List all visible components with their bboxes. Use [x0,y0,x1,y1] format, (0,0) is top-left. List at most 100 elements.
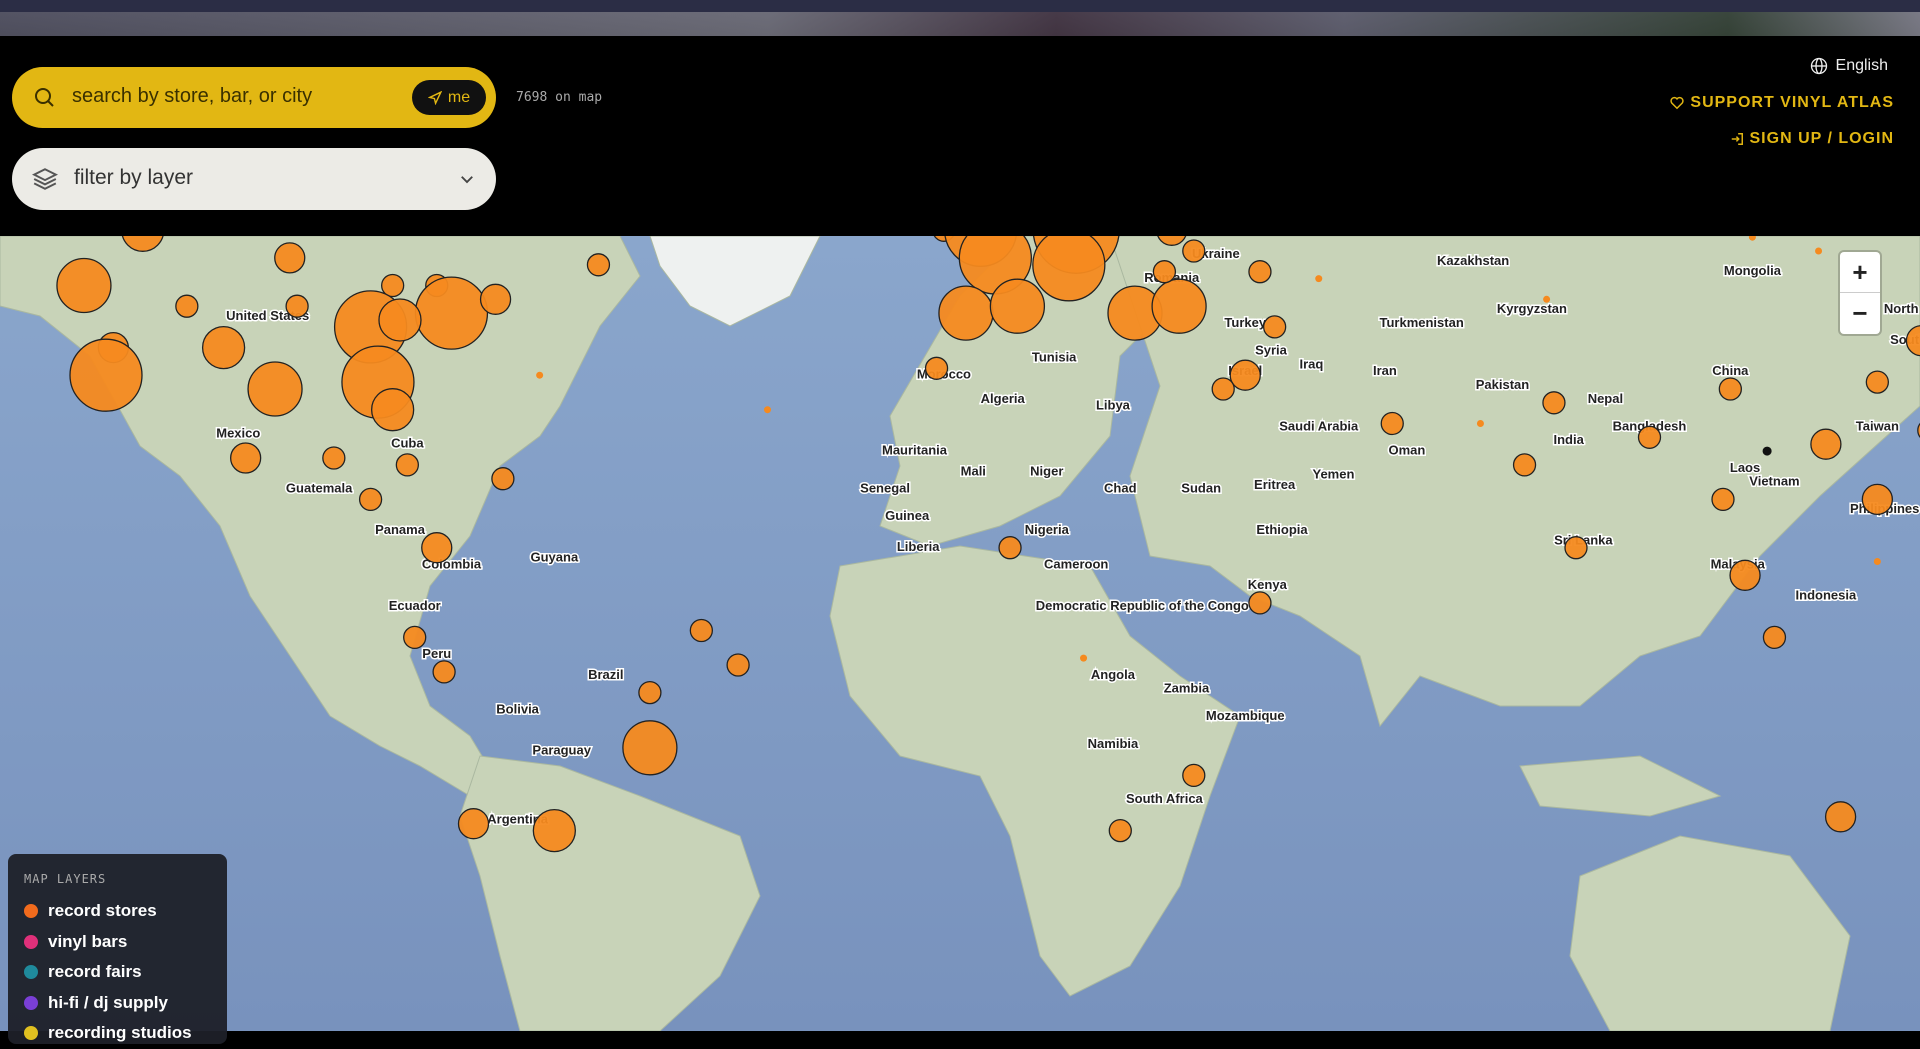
country-label: China [1712,363,1749,378]
store-cluster-marker[interactable] [395,453,420,477]
store-cluster-marker[interactable] [432,660,456,684]
legend-dot [24,965,38,980]
legend-item-record-stores[interactable]: record stores [24,896,227,927]
search-icon [35,88,54,107]
store-cluster-marker[interactable] [479,283,512,315]
map-count: 7698 on map [516,90,603,105]
store-cluster-marker[interactable] [69,338,143,412]
store-cluster-marker[interactable] [1564,536,1588,560]
zoom-control[interactable]: + − [1840,252,1880,334]
store-cluster-marker[interactable] [322,446,346,470]
store-cluster-marker[interactable] [56,257,112,314]
world-map[interactable]: CanadaUnited StatesMexicoCubaGuatemalaPa… [0,236,1920,1031]
search-input[interactable]: search by store, bar, or city [72,85,312,108]
store-cluster-marker[interactable] [1229,359,1261,391]
country-label: Guyana [531,550,579,565]
banner-image-strip [0,12,1920,36]
store-cluster-marker[interactable] [1151,278,1207,334]
store-cluster-marker[interactable] [1865,370,1889,394]
store-cluster-marker[interactable] [229,442,262,474]
store-cluster-marker[interactable] [457,808,490,840]
country-label: Mozambique [1206,708,1285,723]
store-cluster-marker[interactable] [403,625,427,650]
country-label: Syria [1255,343,1288,358]
store-cluster-marker[interactable] [1032,236,1106,302]
store-marker-small[interactable] [1873,558,1881,565]
store-cluster-marker[interactable] [638,680,662,705]
store-cluster-marker[interactable] [1810,428,1842,460]
country-label: Tunisia [1032,349,1077,364]
locate-me-label: me [447,88,471,106]
country-label: Kenya [1248,577,1288,592]
store-cluster-marker[interactable] [421,532,453,564]
store-cluster-marker[interactable] [1711,487,1735,512]
store-cluster-marker[interactable] [622,720,678,776]
search-bar[interactable]: search by store, bar, or city me [12,67,496,128]
login-icon [1731,133,1743,145]
store-cluster-marker[interactable] [924,356,949,380]
store-cluster-marker[interactable] [1637,425,1662,449]
legend-item-recording-studios[interactable]: recording studios [24,1018,227,1049]
store-marker-small[interactable] [1543,295,1551,303]
store-cluster-marker[interactable] [378,298,422,342]
store-cluster-marker[interactable] [285,294,309,318]
zoom-in-button[interactable]: + [1840,252,1880,293]
store-cluster-marker[interactable] [586,253,611,277]
store-cluster-marker[interactable] [689,618,713,643]
store-cluster-marker[interactable] [247,361,303,417]
country-label: Iraq [1299,356,1323,371]
store-cluster-marker[interactable] [1729,559,1761,591]
language-selector[interactable]: English [1810,57,1888,75]
store-cluster-marker[interactable] [1762,625,1787,650]
store-cluster-marker[interactable] [1542,391,1566,415]
country-label: Yemen [1312,467,1354,482]
store-cluster-marker[interactable] [1108,818,1132,843]
place-marker[interactable] [1762,446,1772,456]
store-cluster-marker[interactable] [370,388,415,432]
store-cluster-marker[interactable] [201,325,246,370]
store-cluster-marker[interactable] [1182,239,1206,263]
store-marker-small[interactable] [1080,654,1088,662]
chevron-down-icon [461,176,473,184]
store-cluster-marker[interactable] [1152,260,1177,284]
login-link[interactable]: SIGN UP / LOGIN [1730,130,1895,148]
store-cluster-marker[interactable] [1512,453,1537,477]
store-cluster-marker[interactable] [1211,377,1235,401]
legend-item-record-fairs[interactable]: record fairs [24,957,227,988]
store-marker-small[interactable] [536,371,544,379]
store-cluster-marker[interactable] [1861,483,1893,516]
store-marker-small[interactable] [764,406,771,414]
country-label: Turkey [1224,315,1266,330]
store-cluster-marker[interactable] [998,536,1022,560]
store-cluster-marker[interactable] [1263,315,1287,339]
locate-me-button[interactable]: me [412,80,486,115]
legend-item-vinyl-bars[interactable]: vinyl bars [24,927,227,958]
store-cluster-marker[interactable] [175,294,199,318]
country-label: Pakistan [1476,377,1530,392]
store-cluster-marker[interactable] [414,276,489,350]
location-arrow-icon [427,90,442,105]
store-marker-small[interactable] [1476,420,1484,427]
store-cluster-marker[interactable] [532,808,576,853]
layer-filter-dropdown[interactable]: filter by layer [12,148,496,210]
store-marker-small[interactable] [1815,247,1823,255]
legend-item-hifi-dj-supply[interactable]: hi-fi / dj supply [24,988,227,1019]
store-cluster-marker[interactable] [1248,591,1272,615]
store-cluster-marker[interactable] [1824,801,1857,833]
legend-label: hi-fi / dj supply [48,992,168,1012]
support-link[interactable]: SUPPORT VINYL ATLAS [1670,94,1894,112]
layer-filter-label: filter by layer [74,166,194,189]
store-cluster-marker[interactable] [491,467,515,491]
store-cluster-marker[interactable] [1718,377,1742,401]
store-cluster-marker[interactable] [358,487,383,512]
map-canvas[interactable]: CanadaUnited StatesMexicoCubaGuatemalaPa… [0,236,1920,1031]
store-cluster-marker[interactable] [726,653,750,677]
store-cluster-marker[interactable] [1182,763,1206,788]
store-cluster-marker[interactable] [1380,411,1404,436]
store-marker-small[interactable] [1315,275,1323,283]
store-cluster-marker[interactable] [1248,260,1272,284]
zoom-out-button[interactable]: − [1840,293,1880,334]
store-cluster-marker[interactable] [938,285,994,341]
store-cluster-marker[interactable] [989,278,1046,334]
store-cluster-marker[interactable] [274,242,306,274]
